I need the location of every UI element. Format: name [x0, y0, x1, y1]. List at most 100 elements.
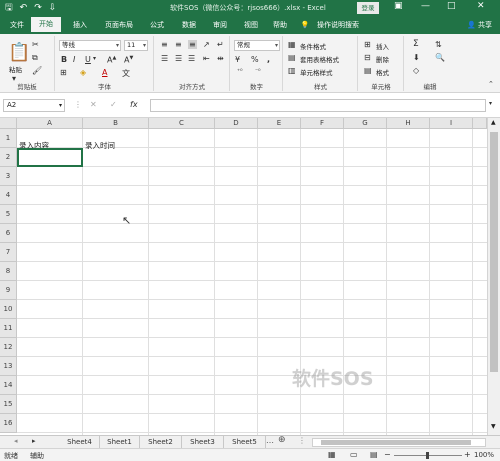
- phonetic-icon[interactable]: 文: [122, 68, 130, 79]
- accessibility-status[interactable]: 辅助: [30, 451, 44, 461]
- format-table-icon[interactable]: ▤: [288, 53, 296, 62]
- spreadsheet-grid[interactable]: ABCDEFGHI 1 2 3 4 5 6 7 8 9 10 11 12 13 14 15 16 录入内容 录…: [0, 118, 487, 435]
- row-header-16[interactable]: 16: [0, 414, 17, 433]
- column-header-b[interactable]: B: [83, 118, 149, 129]
- column-header-g[interactable]: G: [344, 118, 387, 129]
- conditional-format-button[interactable]: 条件格式: [300, 41, 326, 51]
- login-button[interactable]: 登录: [357, 2, 379, 14]
- format-button[interactable]: 格式: [376, 67, 389, 77]
- horizontal-scroll-thumb[interactable]: [321, 440, 471, 445]
- customize-qat-icon[interactable]: ⇩: [49, 2, 57, 14]
- close-icon[interactable]: ✕: [477, 1, 485, 11]
- minimize-icon[interactable]: —: [421, 1, 430, 11]
- fill-icon[interactable]: ⬇: [413, 53, 420, 62]
- add-sheet-icon[interactable]: ⊕: [278, 435, 286, 445]
- row-header-6[interactable]: 6: [0, 224, 17, 243]
- tab-split-icon[interactable]: ⋮: [298, 436, 306, 445]
- format-cells-icon[interactable]: ▤: [364, 66, 372, 75]
- scroll-down-icon[interactable]: ▼: [491, 423, 496, 430]
- share-button[interactable]: 👤 共享: [467, 17, 492, 34]
- comma-button[interactable]: ,: [267, 55, 270, 64]
- tab-review[interactable]: 审阅: [206, 17, 234, 34]
- name-box[interactable]: A2 ▾: [3, 99, 65, 112]
- column-header-e[interactable]: E: [258, 118, 301, 129]
- decrease-decimal-icon[interactable]: ⁻⁰: [255, 68, 261, 75]
- align-bottom-icon[interactable]: ≡: [188, 40, 197, 49]
- tab-formulas[interactable]: 公式: [143, 17, 171, 34]
- tell-me-search[interactable]: 操作说明搜索: [313, 17, 363, 34]
- zoom-in-icon[interactable]: +: [464, 450, 471, 459]
- font-color-icon[interactable]: A: [102, 68, 107, 77]
- cell-styles-button[interactable]: 单元格样式: [300, 67, 333, 77]
- align-top-icon[interactable]: ≡: [161, 40, 168, 49]
- next-sheet-icon[interactable]: ▸: [32, 437, 36, 445]
- select-all-corner[interactable]: [0, 118, 17, 129]
- row-header-10[interactable]: 10: [0, 300, 17, 319]
- enter-icon[interactable]: ✓: [110, 100, 117, 109]
- zoom-level[interactable]: 100%: [474, 451, 494, 459]
- vertical-scrollbar[interactable]: ▲ ▼: [487, 118, 500, 435]
- currency-button[interactable]: ¥: [235, 55, 240, 64]
- fill-color-icon[interactable]: ◈: [80, 68, 86, 77]
- sheet-tab-sheet1[interactable]: Sheet1: [100, 436, 140, 448]
- sheet-tab-sheet5[interactable]: Sheet5: [224, 436, 266, 448]
- column-header-c[interactable]: C: [149, 118, 215, 129]
- decrease-indent-icon[interactable]: ⇤: [203, 54, 210, 63]
- wrap-text-icon[interactable]: ↵: [217, 40, 224, 49]
- tab-data[interactable]: 数据: [175, 17, 203, 34]
- insert-function-button[interactable]: fx: [130, 100, 138, 109]
- tab-page-layout[interactable]: 页面布局: [98, 17, 140, 34]
- column-header-f[interactable]: F: [301, 118, 344, 129]
- redo-icon[interactable]: ↷: [34, 2, 42, 14]
- tab-file[interactable]: 文件: [4, 17, 30, 34]
- tab-view[interactable]: 视图: [237, 17, 265, 34]
- align-middle-icon[interactable]: ≡: [175, 40, 182, 49]
- borders-icon[interactable]: ⊞: [60, 68, 67, 77]
- paste-label[interactable]: 粘贴: [9, 64, 22, 74]
- format-painter-icon[interactable]: 🖌: [32, 66, 42, 75]
- row-header-2[interactable]: 2: [0, 148, 17, 167]
- decrease-font-icon[interactable]: A▼: [124, 55, 133, 65]
- row-header-5[interactable]: 5: [0, 205, 17, 224]
- increase-font-icon[interactable]: A▲: [107, 55, 116, 65]
- column-header-next[interactable]: [473, 118, 487, 129]
- tab-home[interactable]: 开始: [31, 17, 61, 34]
- tab-help[interactable]: 帮助: [266, 17, 294, 34]
- sheet-overflow-icon[interactable]: …: [266, 436, 274, 445]
- font-size-combo[interactable]: 11 ▾: [124, 40, 148, 51]
- cut-icon[interactable]: ✂: [32, 40, 39, 49]
- cell-B1[interactable]: 录入时间: [85, 140, 115, 151]
- insert-button[interactable]: 插入: [376, 41, 389, 51]
- column-header-h[interactable]: H: [387, 118, 430, 129]
- sheet-tab-sheet2[interactable]: Sheet2: [140, 436, 182, 448]
- sheet-tab-sheet3[interactable]: Sheet3: [182, 436, 224, 448]
- scroll-up-icon[interactable]: ▲: [491, 119, 496, 126]
- row-header-8[interactable]: 8: [0, 262, 17, 281]
- percent-button[interactable]: %: [251, 55, 259, 64]
- cancel-icon[interactable]: ✕: [90, 100, 97, 109]
- save-icon[interactable]: 🖫: [5, 2, 13, 14]
- row-header-1[interactable]: 1: [0, 129, 17, 148]
- find-select-icon[interactable]: 🔍: [435, 53, 445, 62]
- row-header-12[interactable]: 12: [0, 338, 17, 357]
- formula-input[interactable]: [150, 99, 486, 112]
- normal-view-icon[interactable]: ▦: [328, 450, 336, 459]
- zoom-slider-thumb[interactable]: [426, 452, 429, 459]
- maximize-icon[interactable]: □: [447, 1, 456, 11]
- row-header-15[interactable]: 15: [0, 395, 17, 414]
- format-as-table-button[interactable]: 套用表格格式: [300, 54, 339, 64]
- expand-formula-bar-icon[interactable]: ▾: [489, 100, 492, 107]
- align-center-icon[interactable]: ☰: [175, 54, 182, 63]
- bold-button[interactable]: B: [61, 55, 67, 64]
- column-header-i[interactable]: I: [430, 118, 473, 129]
- horizontal-scrollbar[interactable]: [312, 438, 486, 447]
- column-header-a[interactable]: A: [17, 118, 83, 129]
- align-right-icon[interactable]: ☰: [188, 54, 195, 63]
- ribbon-display-options-icon[interactable]: ▣: [394, 1, 403, 11]
- row-header-4[interactable]: 4: [0, 186, 17, 205]
- paste-icon[interactable]: 📋: [8, 42, 30, 63]
- page-break-view-icon[interactable]: ▤: [370, 450, 378, 459]
- row-header-7[interactable]: 7: [0, 243, 17, 262]
- vertical-scroll-thumb[interactable]: [490, 132, 498, 372]
- conditional-format-icon[interactable]: ▦: [288, 40, 296, 49]
